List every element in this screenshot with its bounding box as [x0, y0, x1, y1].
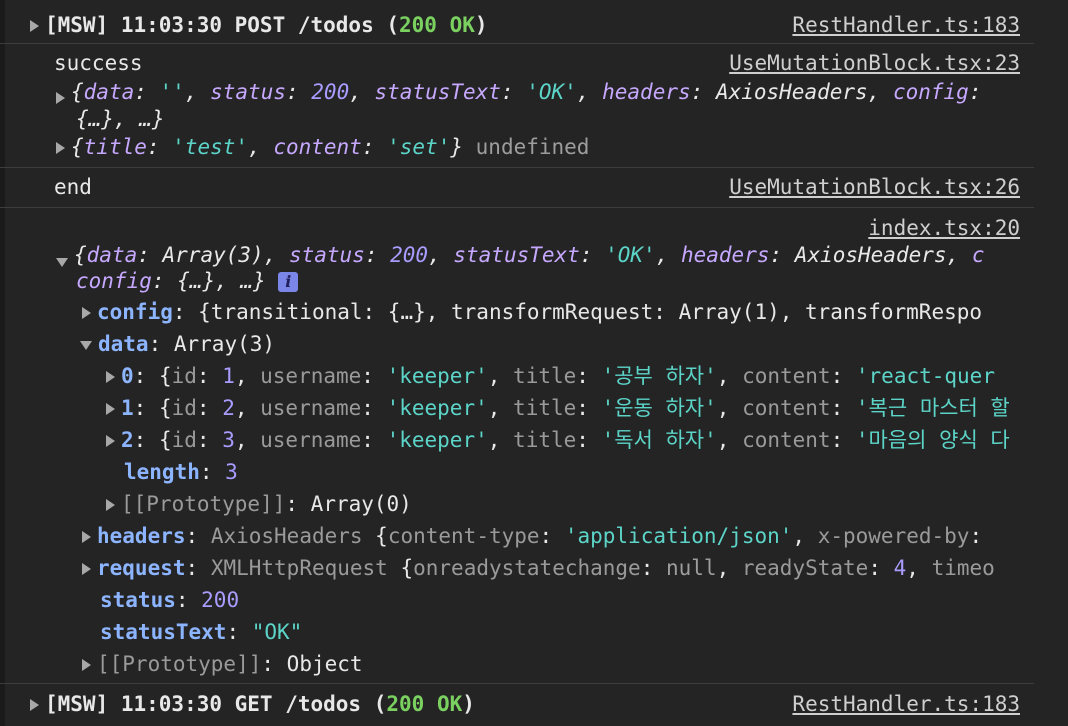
expand-triangle-icon[interactable] [82, 307, 91, 319]
prop-headers[interactable]: headers: AxiosHeaders {content-type: 'ap… [82, 521, 1032, 551]
expand-triangle-icon[interactable] [106, 403, 115, 415]
index-log: index.tsx:20 {data: Array(3), status: 20… [0, 208, 1068, 684]
variables-object[interactable]: {title: 'test', content: 'set'} undefine… [56, 132, 589, 162]
expand-triangle-icon[interactable] [106, 371, 115, 383]
msw-post-log[interactable]: [MSW] 11:03:30 POST /todos (200 OK) Rest… [0, 0, 1068, 44]
prop-data[interactable]: data: Array(3) [80, 329, 275, 359]
response-object-summary-cont: {…}, …} [76, 107, 165, 131]
source-link-resthandler[interactable]: RestHandler.ts:183 [792, 689, 1020, 719]
data-item-1[interactable]: 1: {id: 2, username: 'keeper', title: '운… [106, 393, 1032, 423]
collapse-triangle-icon[interactable] [56, 257, 68, 267]
expand-triangle-icon[interactable] [30, 20, 39, 32]
msw-post-summary[interactable]: [MSW] 11:03:30 POST /todos (200 OK) [30, 10, 488, 40]
axios-response-summary-cont: config: {…}, …} i [76, 266, 299, 296]
prop-status: status: 200 [100, 588, 240, 612]
status-ok: 200 OK [399, 13, 475, 37]
source-link-usemutation-26[interactable]: UseMutationBlock.tsx:26 [729, 172, 1020, 202]
expand-triangle-icon[interactable] [106, 435, 115, 447]
right-gutter [1034, 0, 1068, 726]
success-log: success UseMutationBlock.tsx:23 {data: '… [0, 44, 1068, 168]
prop-config[interactable]: config: {transitional: {…}, transformReq… [82, 297, 1032, 327]
expand-triangle-icon[interactable] [82, 659, 91, 671]
log-label-end: end [54, 175, 92, 199]
data-item-2[interactable]: 2: {id: 3, username: 'keeper', title: '독… [106, 425, 1032, 455]
msw-get-summary[interactable]: [MSW] 11:03:30 GET /todos (200 OK) [30, 689, 475, 719]
source-link-resthandler[interactable]: RestHandler.ts:183 [792, 10, 1020, 40]
source-link-index[interactable]: index.tsx:20 [868, 213, 1020, 243]
msw-get-log[interactable]: [MSW] 11:03:30 GET /todos (200 OK) RestH… [0, 684, 1068, 726]
data-item-0[interactable]: 0: {id: 1, username: 'keeper', title: '공… [106, 361, 1032, 391]
data-length: length: 3 [124, 460, 238, 484]
response-object-summary[interactable]: {data: '', status: 200, statusText: 'OK'… [56, 77, 1032, 107]
data-prototype[interactable]: [[Prototype]]: Array(0) [106, 489, 412, 519]
end-log: end UseMutationBlock.tsx:26 [0, 168, 1068, 208]
expand-triangle-icon[interactable] [56, 92, 65, 104]
expand-triangle-icon[interactable] [30, 699, 39, 711]
expand-triangle-icon[interactable] [106, 499, 115, 511]
prop-request[interactable]: request: XMLHttpRequest {onreadystatecha… [82, 553, 1032, 583]
prop-prototype[interactable]: [[Prototype]]: Object [82, 649, 363, 679]
prop-statustext: statusText: "OK" [100, 620, 303, 644]
status-ok: 200 OK [386, 692, 463, 716]
expand-triangle-icon[interactable] [56, 142, 65, 154]
log-label-success: success [54, 51, 143, 75]
expand-triangle-icon[interactable] [82, 563, 91, 575]
expand-triangle-icon[interactable] [82, 531, 91, 543]
source-link-usemutation-23[interactable]: UseMutationBlock.tsx:23 [729, 48, 1020, 78]
info-icon[interactable]: i [278, 272, 299, 292]
collapse-triangle-icon[interactable] [80, 340, 92, 350]
